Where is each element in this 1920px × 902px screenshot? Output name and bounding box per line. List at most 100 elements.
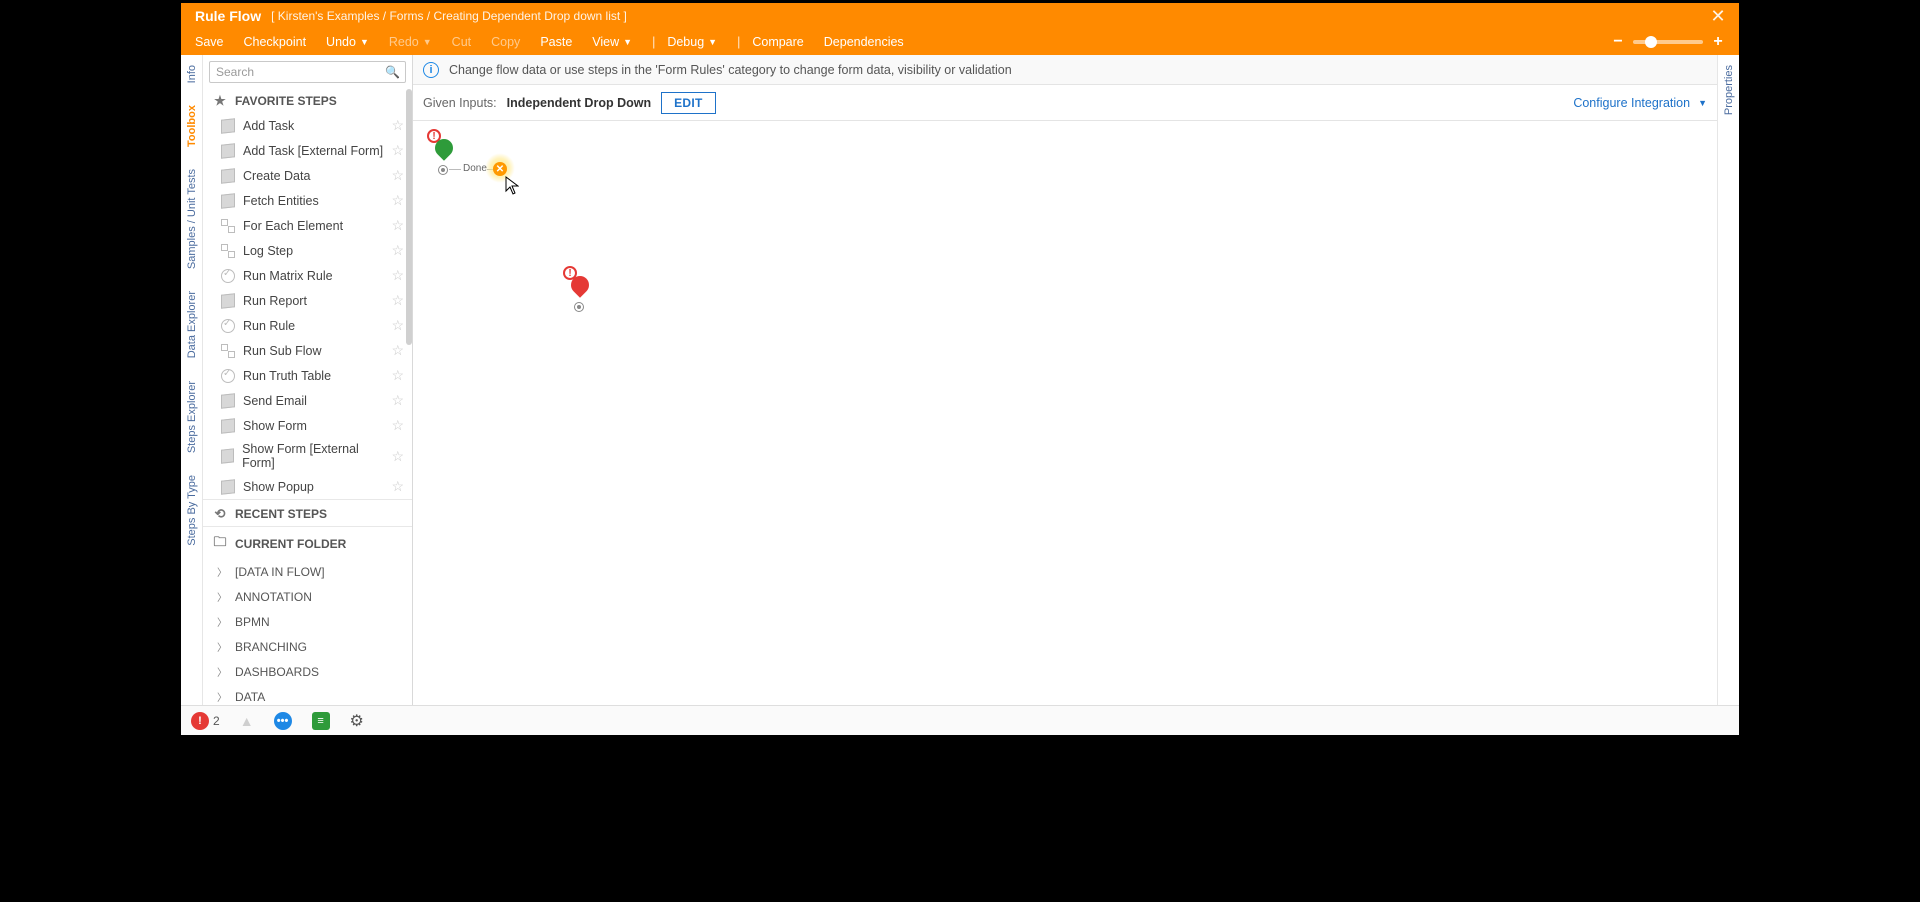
- errors-indicator[interactable]: ! 2: [191, 712, 220, 730]
- chevron-right-icon: 〉: [217, 639, 227, 654]
- step-item[interactable]: Log Step☆: [203, 238, 412, 263]
- tab-info[interactable]: Info: [184, 61, 200, 87]
- app-title: Rule Flow: [195, 8, 261, 24]
- step-item[interactable]: Show Form [External Form] ☆: [203, 438, 412, 474]
- step-item[interactable]: Create Data☆: [203, 163, 412, 188]
- favorite-star-icon[interactable]: ☆: [391, 367, 404, 384]
- current-folder-header[interactable]: 🗀 CURRENT FOLDER: [203, 526, 412, 559]
- step-label: Add Task [External Form]: [243, 144, 383, 158]
- menu-save[interactable]: Save: [195, 35, 224, 49]
- step-item[interactable]: Show Popup☆: [203, 474, 412, 499]
- chevron-down-icon: ▼: [623, 37, 632, 47]
- step-label: Fetch Entities: [243, 194, 319, 208]
- configure-integration-label: Configure Integration: [1573, 96, 1690, 110]
- tab-properties[interactable]: Properties: [1721, 61, 1737, 119]
- step-item[interactable]: For Each Element ☆: [203, 213, 412, 238]
- step-label: For Each Element: [243, 219, 343, 233]
- warnings-indicator[interactable]: ▲: [240, 713, 254, 729]
- edit-inputs-button[interactable]: EDIT: [661, 92, 716, 114]
- zoom-control: − +: [1611, 33, 1725, 51]
- tab-steps-by-type[interactable]: Steps By Type: [184, 471, 200, 550]
- zoom-in-button[interactable]: +: [1711, 33, 1725, 51]
- category-list: 〉[DATA IN FLOW]〉ANNOTATION〉BPMN〉BRANCHIN…: [203, 559, 412, 709]
- menu-paste[interactable]: Paste: [540, 35, 572, 49]
- menu-cut[interactable]: Cut: [452, 35, 471, 49]
- favorite-star-icon[interactable]: ☆: [391, 242, 404, 259]
- menu-view[interactable]: View ▼: [592, 35, 632, 49]
- favorite-star-icon[interactable]: ☆: [391, 317, 404, 334]
- search-input[interactable]: [209, 61, 406, 83]
- favorite-steps-header[interactable]: ★ FAVORITE STEPS: [203, 87, 412, 113]
- zoom-slider[interactable]: [1633, 40, 1703, 44]
- category-item[interactable]: 〉ANNOTATION: [203, 584, 412, 609]
- menu-debug[interactable]: Debug▼: [667, 35, 717, 49]
- error-count: 2: [213, 714, 220, 728]
- favorite-star-icon[interactable]: ☆: [391, 448, 404, 465]
- zoom-out-button[interactable]: −: [1611, 33, 1625, 51]
- menu-copy[interactable]: Copy: [491, 35, 520, 49]
- comments-indicator[interactable]: •••: [274, 712, 292, 730]
- menu-compare[interactable]: Compare: [752, 35, 803, 49]
- tab-toolbox[interactable]: Toolbox: [184, 101, 200, 151]
- node-port[interactable]: [438, 165, 448, 175]
- recent-steps-header[interactable]: ⟲ RECENT STEPS: [203, 499, 412, 526]
- header: Rule Flow [ Kirsten's Examples / Forms /…: [181, 3, 1739, 55]
- favorite-star-icon[interactable]: ☆: [391, 192, 404, 209]
- step-item[interactable]: Add Task ☆: [203, 113, 412, 138]
- favorite-star-icon[interactable]: ☆: [391, 417, 404, 434]
- step-item[interactable]: Run Truth Table☆: [203, 363, 412, 388]
- step-label: Show Form [External Form]: [242, 442, 383, 470]
- step-item[interactable]: Run Rule☆: [203, 313, 412, 338]
- search-wrapper: 🔍: [203, 55, 412, 87]
- favorite-star-icon[interactable]: ☆: [391, 342, 404, 359]
- menu-dependencies[interactable]: Dependencies: [824, 35, 904, 49]
- favorite-star-icon[interactable]: ☆: [391, 392, 404, 409]
- step-item[interactable]: Run Report☆: [203, 288, 412, 313]
- sidebar-scrollbar[interactable]: [406, 89, 412, 515]
- favorite-star-icon[interactable]: ☆: [391, 142, 404, 159]
- step-label: Run Matrix Rule: [243, 269, 333, 283]
- zoom-slider-thumb[interactable]: [1645, 36, 1657, 48]
- step-item[interactable]: Add Task [External Form] ☆: [203, 138, 412, 163]
- tab-data-explorer[interactable]: Data Explorer: [184, 287, 200, 362]
- step-item[interactable]: Show Form☆: [203, 413, 412, 438]
- favorite-star-icon[interactable]: ☆: [391, 117, 404, 134]
- category-item[interactable]: 〉[DATA IN FLOW]: [203, 559, 412, 584]
- scrollbar-thumb[interactable]: [406, 89, 412, 345]
- menu-checkpoint[interactable]: Checkpoint: [244, 35, 307, 49]
- step-item[interactable]: Fetch Entities ☆: [203, 188, 412, 213]
- settings-button[interactable]: ⚙: [350, 711, 364, 731]
- menu-view-label: View: [592, 35, 619, 49]
- open-path-endpoint[interactable]: ✕: [493, 162, 507, 176]
- category-label: BRANCHING: [235, 640, 307, 654]
- close-icon[interactable]: ✕: [1707, 5, 1729, 27]
- notice-text: Change flow data or use steps in the 'Fo…: [449, 63, 1012, 77]
- category-label: DASHBOARDS: [235, 665, 319, 679]
- favorite-star-icon[interactable]: ☆: [391, 292, 404, 309]
- favorite-star-icon[interactable]: ☆: [391, 167, 404, 184]
- menu-undo[interactable]: Undo▼: [326, 35, 369, 49]
- current-folder-label: CURRENT FOLDER: [235, 537, 346, 551]
- category-item[interactable]: 〉DASHBOARDS: [203, 659, 412, 684]
- favorite-star-icon[interactable]: ☆: [391, 478, 404, 495]
- category-item[interactable]: 〉BPMN: [203, 609, 412, 634]
- header-title-row: Rule Flow [ Kirsten's Examples / Forms /…: [181, 3, 1739, 29]
- chevron-right-icon: 〉: [217, 614, 227, 629]
- category-item[interactable]: 〉 BRANCHING: [203, 634, 412, 659]
- favorite-steps-list: Add Task☆Add Task [External Form]☆Create…: [203, 113, 412, 499]
- flow-canvas[interactable]: ! Done ✕ !: [413, 121, 1717, 735]
- menu-redo[interactable]: Redo▼: [389, 35, 432, 49]
- step-item[interactable]: Run Sub Flow☆: [203, 338, 412, 363]
- tab-steps-explorer[interactable]: Steps Explorer: [184, 377, 200, 457]
- step-label: Add Task: [243, 119, 294, 133]
- start-node[interactable]: !: [435, 139, 453, 165]
- favorite-star-icon[interactable]: ☆: [391, 217, 404, 234]
- step-item[interactable]: Send Email☆: [203, 388, 412, 413]
- tab-samples[interactable]: Samples / Unit Tests: [184, 165, 200, 273]
- notes-indicator[interactable]: ≡: [312, 712, 330, 730]
- favorite-star-icon[interactable]: ☆: [391, 267, 404, 284]
- end-node[interactable]: !: [571, 276, 589, 302]
- step-item[interactable]: Run Matrix Rule ☆: [203, 263, 412, 288]
- node-port[interactable]: [574, 302, 584, 312]
- configure-integration-link[interactable]: Configure Integration ▼: [1573, 96, 1707, 110]
